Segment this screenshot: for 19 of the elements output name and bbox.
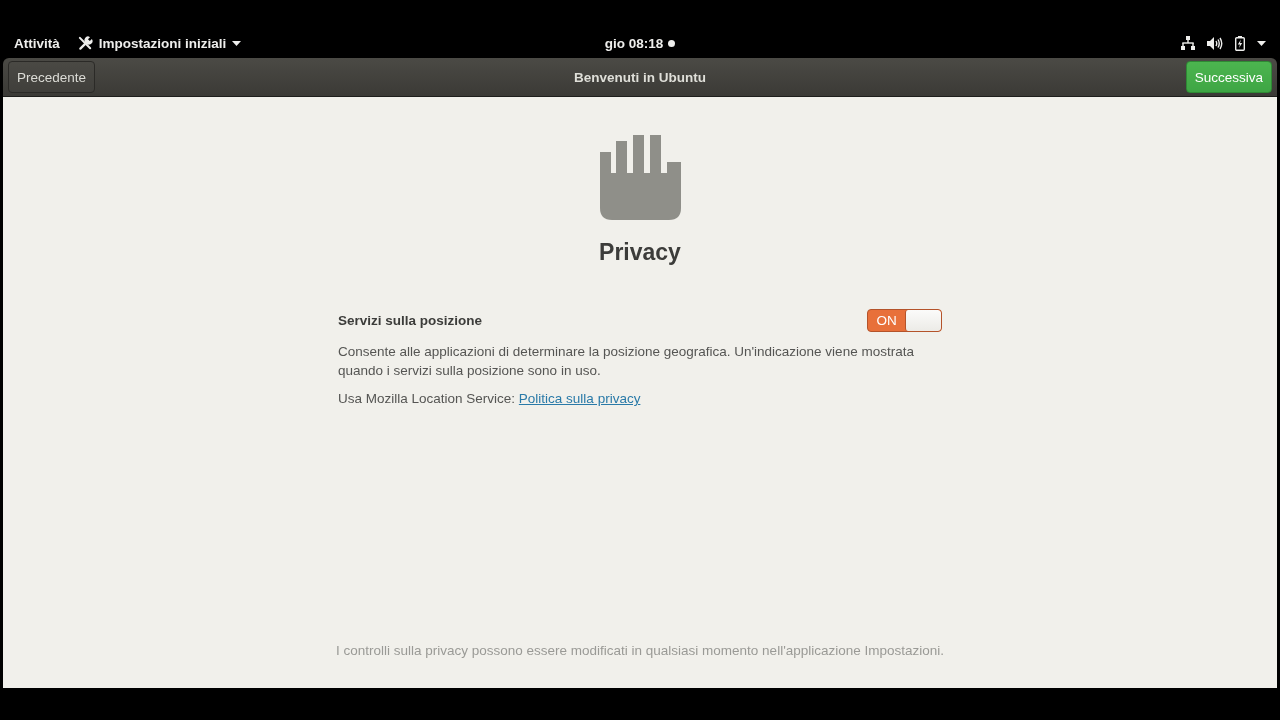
activities-button[interactable]: Attività: [14, 35, 60, 51]
window-title: Benvenuti in Ubuntu: [574, 69, 706, 85]
network-icon[interactable]: [1181, 36, 1195, 50]
back-button[interactable]: Precedente: [8, 61, 96, 93]
caret-icon: [232, 40, 242, 46]
setting-label: Servizi sulla posizione: [338, 312, 483, 328]
speaker-icon[interactable]: [1207, 36, 1223, 50]
page-title: Privacy: [599, 238, 681, 267]
battery-icon[interactable]: [1235, 35, 1245, 51]
clock-button[interactable]: gio 08:18: [604, 35, 664, 51]
privacy-policy-link[interactable]: Politica sulla privacy: [518, 391, 641, 406]
description-text: Consente alle applicazioni di determinare la posizione geografica. Un'indicazione viene mostrata quando i servizi sulla posizione sono in uso.: [338, 343, 915, 380]
tools-icon: [77, 35, 93, 51]
hand-icon: [599, 135, 681, 220]
caret-icon: [1257, 40, 1266, 46]
service-text: Usa Mozilla Location Service: Politica sulla privacy: [338, 390, 642, 408]
footer-note: I controlli sulla privacy possono essere modificati in qualsiasi momento nell'applicazione Impostazioni.: [335, 643, 945, 658]
app-menu-button[interactable]: Impostazioni iniziali: [77, 35, 242, 51]
notification-dot-icon: [668, 39, 676, 47]
